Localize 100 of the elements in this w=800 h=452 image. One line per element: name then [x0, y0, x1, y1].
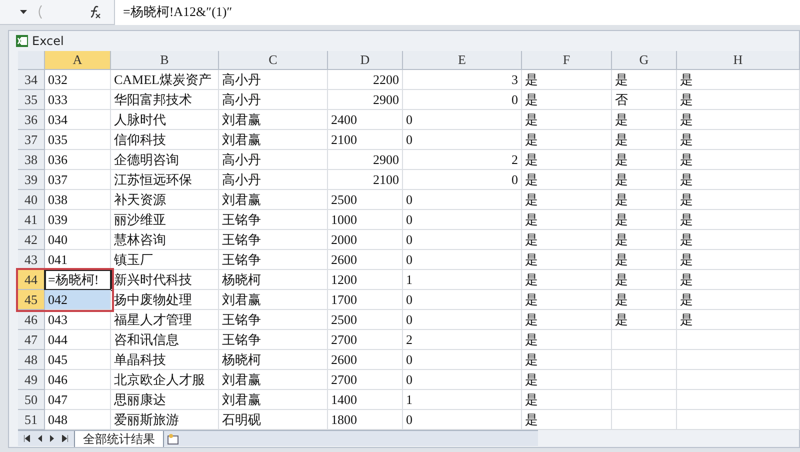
table-cell[interactable]: 是	[677, 150, 800, 170]
table-cell[interactable]: 高小丹	[219, 90, 328, 110]
table-cell[interactable]: 2100	[328, 170, 403, 190]
table-cell[interactable]: 新兴时代科技	[111, 270, 219, 290]
table-cell[interactable]: 刘君赢	[219, 290, 328, 310]
table-cell[interactable]: 是	[522, 230, 612, 250]
table-cell[interactable]: 是	[677, 90, 800, 110]
function-icon[interactable]	[88, 5, 102, 19]
table-cell[interactable]: 是	[612, 290, 677, 310]
table-cell[interactable]: 是	[522, 350, 612, 370]
table-cell[interactable]: 044	[45, 330, 111, 350]
table-cell[interactable]	[677, 330, 800, 350]
table-cell[interactable]: CAMEL煤炭资产	[111, 70, 219, 90]
table-cell[interactable]: 慧林咨询	[111, 230, 219, 250]
row-header[interactable]: 43	[18, 250, 45, 270]
table-cell[interactable]	[612, 350, 677, 370]
table-cell[interactable]: 034	[45, 110, 111, 130]
table-cell[interactable]: 是	[522, 370, 612, 390]
table-cell[interactable]: 是	[522, 270, 612, 290]
table-cell[interactable]: 0	[403, 90, 522, 110]
table-cell[interactable]: 2	[403, 150, 522, 170]
table-cell[interactable]: 1700	[328, 290, 403, 310]
column-header[interactable]: H	[677, 51, 800, 70]
row-header[interactable]: 37	[18, 130, 45, 150]
table-cell[interactable]: 043	[45, 310, 111, 330]
row-header[interactable]: 34	[18, 70, 45, 90]
table-cell[interactable]: 补天资源	[111, 190, 219, 210]
table-cell[interactable]	[612, 330, 677, 350]
table-cell[interactable]	[612, 390, 677, 410]
table-cell[interactable]: =杨晓柯!	[45, 270, 111, 290]
first-sheet-icon[interactable]	[24, 435, 30, 442]
table-cell[interactable]: 2000	[328, 230, 403, 250]
select-all-corner[interactable]	[18, 51, 45, 70]
table-cell[interactable]: 是	[612, 170, 677, 190]
table-cell[interactable]: 是	[522, 70, 612, 90]
table-cell[interactable]: 是	[677, 210, 800, 230]
table-cell[interactable]: 王铭争	[219, 210, 328, 230]
row-header[interactable]: 48	[18, 350, 45, 370]
table-cell[interactable]: 045	[45, 350, 111, 370]
row-header[interactable]: 45	[18, 290, 45, 310]
table-cell[interactable]: 是	[677, 310, 800, 330]
table-cell[interactable]: 0	[403, 110, 522, 130]
table-cell[interactable]: 刘君赢	[219, 190, 328, 210]
table-cell[interactable]: 刘君赢	[219, 130, 328, 150]
table-cell[interactable]: 是	[612, 210, 677, 230]
row-header[interactable]: 49	[18, 370, 45, 390]
sheet-tab[interactable]: 全部统计结果	[74, 430, 164, 446]
row-header[interactable]: 35	[18, 90, 45, 110]
previous-sheet-icon[interactable]	[38, 435, 42, 442]
table-cell[interactable]: 华阳富邦技术	[111, 90, 219, 110]
table-cell[interactable]: 2600	[328, 350, 403, 370]
table-cell[interactable]	[677, 370, 800, 390]
table-cell[interactable]: 刘君赢	[219, 110, 328, 130]
table-cell[interactable]: 1	[403, 390, 522, 410]
table-cell[interactable]: 杨晓柯	[219, 350, 328, 370]
row-header[interactable]: 50	[18, 390, 45, 410]
table-cell[interactable]: 0	[403, 130, 522, 150]
table-cell[interactable]: 是	[522, 290, 612, 310]
row-header[interactable]: 40	[18, 190, 45, 210]
table-cell[interactable]: 是	[677, 250, 800, 270]
table-cell[interactable]: 033	[45, 90, 111, 110]
table-cell[interactable]: 2400	[328, 110, 403, 130]
column-header[interactable]: C	[219, 51, 328, 70]
table-cell[interactable]: 咨和讯信息	[111, 330, 219, 350]
row-header[interactable]: 41	[18, 210, 45, 230]
table-cell[interactable]: 单晶科技	[111, 350, 219, 370]
table-cell[interactable]: 0	[403, 190, 522, 210]
table-cell[interactable]: 是	[612, 110, 677, 130]
table-cell[interactable]	[677, 350, 800, 370]
table-cell[interactable]: 是	[522, 110, 612, 130]
table-cell[interactable]: 是	[677, 130, 800, 150]
column-header[interactable]: A	[45, 51, 111, 70]
table-cell[interactable]: 是	[612, 130, 677, 150]
table-cell[interactable]: 039	[45, 210, 111, 230]
table-cell[interactable]: 0	[403, 350, 522, 370]
row-header[interactable]: 46	[18, 310, 45, 330]
table-cell[interactable]: 高小丹	[219, 70, 328, 90]
table-cell[interactable]: 042	[45, 290, 111, 310]
table-cell[interactable]: 2700	[328, 370, 403, 390]
table-cell[interactable]: 刘君赢	[219, 390, 328, 410]
table-cell[interactable]: 2100	[328, 130, 403, 150]
table-cell[interactable]: 2	[403, 330, 522, 350]
table-cell[interactable]: 是	[522, 150, 612, 170]
table-cell[interactable]: 是	[677, 70, 800, 90]
table-cell[interactable]: 是	[522, 250, 612, 270]
table-cell[interactable]: 0	[403, 230, 522, 250]
table-cell[interactable]: 0	[403, 170, 522, 190]
column-header[interactable]: F	[522, 51, 612, 70]
table-cell[interactable]: 038	[45, 190, 111, 210]
table-cell[interactable]: 是	[522, 90, 612, 110]
row-header[interactable]: 39	[18, 170, 45, 190]
table-cell[interactable]: 江苏恒远环保	[111, 170, 219, 190]
next-sheet-icon[interactable]	[50, 435, 54, 442]
table-cell[interactable]: 0	[403, 250, 522, 270]
table-cell[interactable]: 王铭争	[219, 230, 328, 250]
table-cell[interactable]: 高小丹	[219, 150, 328, 170]
table-cell[interactable]: 企德明咨询	[111, 150, 219, 170]
table-cell[interactable]: 是	[522, 130, 612, 150]
table-cell[interactable]: 是	[612, 190, 677, 210]
table-cell[interactable]: 是	[677, 230, 800, 250]
